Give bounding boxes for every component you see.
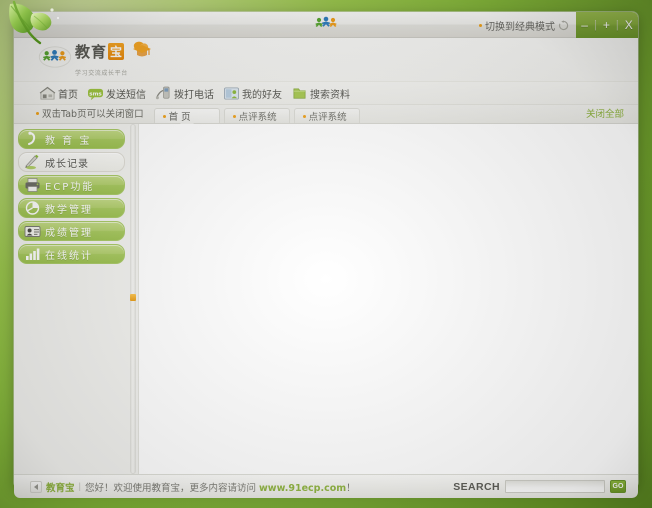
printer-icon	[23, 177, 42, 193]
toolbar-item-search-info-label: 搜索资料	[310, 89, 350, 101]
content-pane	[138, 124, 638, 474]
id-card-icon	[23, 223, 42, 239]
sidebar-splitter[interactable]	[128, 124, 138, 474]
friends-icon	[223, 86, 240, 101]
status-message: 您好！欢迎使用教育宝，更多内容请访问 www.91ecp.com！	[85, 480, 356, 494]
titlebar-controls: 切换到经典模式 – | + | X	[479, 12, 638, 38]
close-button[interactable]: X	[621, 18, 637, 32]
tab-home[interactable]: 首 页	[153, 108, 220, 123]
bullet-dot-icon	[162, 114, 166, 118]
toolbar-item-make-call[interactable]: 拨打电话	[154, 85, 217, 102]
sms-icon: sms	[87, 86, 104, 101]
toolbar-item-my-friends[interactable]: 我的好友	[222, 85, 285, 102]
search-go-button[interactable]: GO	[610, 480, 626, 493]
switch-classic-mode-label: 切换到经典模式	[485, 21, 555, 33]
toolbar-item-send-sms-label: 发送短信	[106, 89, 146, 101]
bullet-dot-icon	[302, 114, 306, 118]
sidebar-item-score-management[interactable]: 成绩管理	[18, 221, 125, 241]
svg-text:sms: sms	[89, 91, 102, 97]
sidebar-item-growth-record[interactable]: 成长记录	[18, 152, 125, 172]
people-logo-icon	[38, 45, 72, 69]
people-logo-icon	[311, 15, 341, 35]
application-window: 切换到经典模式 – | + | X 教育 宝 学习交流成长平台 首页 sms 发…	[9, 0, 638, 498]
search-folder-icon	[291, 86, 308, 101]
tab-review-system-1[interactable]: 点评系统	[223, 108, 290, 123]
tab-home-label: 首 页	[168, 112, 191, 123]
refresh-icon[interactable]	[558, 19, 569, 31]
sidebar-item-jiaoyubao[interactable]: 教 育 宝	[18, 129, 125, 149]
sidebar-item-online-statistics-label: 在线统计	[45, 250, 93, 262]
app-logo: 教育 宝 学习交流成长平台	[38, 41, 151, 80]
graduation-cap-icon	[131, 40, 153, 60]
pencil-icon	[23, 154, 42, 170]
status-message-suffix: ！	[346, 482, 356, 494]
main-toolbar: 首页 sms 发送短信 拨打电话 我的好友 搜索资料	[14, 82, 638, 105]
main-body: 教 育 宝 成长记录 ECP功能 教学管理 成绩管理 在线统计	[14, 124, 638, 474]
window-buttons: – | + | X	[576, 12, 638, 38]
bullet-dot-icon	[232, 114, 236, 118]
tab-review-system-1-label: 点评系统	[238, 112, 277, 123]
tab-hint: 双击Tab页可以关闭窗口	[36, 106, 144, 120]
brand-text: 教育 宝 学习交流成长平台	[75, 41, 151, 80]
minimize-button[interactable]: –	[577, 18, 592, 32]
sidebar-item-score-management-label: 成绩管理	[45, 227, 93, 239]
sidebar-item-ecp[interactable]: ECP功能	[18, 175, 125, 195]
switch-classic-mode-button[interactable]: 切换到经典模式	[479, 18, 569, 33]
hook-icon	[23, 131, 42, 147]
title-bar: 切换到经典模式 – | + | X	[14, 12, 638, 38]
sidebar-item-growth-record-label: 成长记录	[45, 158, 89, 170]
phone-icon	[155, 86, 172, 101]
toolbar-item-search-info[interactable]: 搜索资料	[290, 85, 353, 102]
status-message-prefix: 您好！欢迎使用教育宝，更多内容请访问	[84, 482, 256, 494]
sidebar-nav: 教 育 宝 成长记录 ECP功能 教学管理 成绩管理 在线统计	[14, 124, 128, 474]
brand-header: 教育 宝 学习交流成长平台	[14, 38, 638, 82]
sidebar-item-teaching-management-label: 教学管理	[45, 204, 93, 216]
home-icon	[39, 86, 56, 101]
search-label: SEARCH	[453, 480, 500, 493]
brand-subtitle: 学习交流成长平台	[75, 70, 128, 77]
tab-review-system-2-label: 点评系统	[308, 112, 347, 123]
collapse-handle-icon[interactable]	[130, 294, 136, 301]
brand-title: 教育 宝	[75, 41, 128, 62]
button-divider: |	[615, 18, 619, 31]
sidebar-item-online-statistics[interactable]: 在线统计	[18, 244, 125, 264]
status-brand-label: 教育宝	[46, 482, 75, 494]
tab-strip: 双击Tab页可以关闭窗口 首 页 点评系统 点评系统 关闭全部	[14, 105, 638, 124]
toolbar-item-home-label: 首页	[58, 89, 78, 101]
toolbar-item-make-call-label: 拨打电话	[174, 89, 214, 101]
sidebar-item-jiaoyubao-label: 教 育 宝	[45, 135, 92, 147]
sidebar-item-ecp-label: ECP功能	[45, 181, 95, 193]
tab-hint-label: 双击Tab页可以关闭窗口	[42, 109, 144, 120]
toolbar-item-my-friends-label: 我的好友	[242, 89, 282, 101]
status-url-link[interactable]: www.91ecp.com	[259, 483, 346, 494]
bullet-dot-icon	[479, 23, 482, 27]
brand-name: 教育	[75, 43, 108, 61]
desktop-background: 切换到经典模式 – | + | X 教育 宝 学习交流成长平台 首页 sms 发…	[0, 0, 652, 508]
expand-arrow-icon[interactable]	[30, 480, 42, 493]
button-divider: |	[593, 18, 597, 31]
toolbar-item-send-sms[interactable]: sms 发送短信	[86, 85, 149, 102]
toolbar-item-home[interactable]: 首页	[38, 85, 81, 102]
status-search-area: SEARCH GO	[453, 480, 626, 493]
tab-review-system-2[interactable]: 点评系统	[293, 108, 360, 123]
pie-chart-icon	[23, 200, 42, 216]
close-all-tabs-button[interactable]: 关闭全部	[586, 106, 624, 120]
status-bar: 教育宝 | 您好！欢迎使用教育宝，更多内容请访问 www.91ecp.com！ …	[14, 474, 638, 498]
brand-badge: 宝	[108, 43, 125, 60]
search-input[interactable]	[505, 480, 605, 493]
bar-chart-icon	[23, 246, 42, 262]
bullet-dot-icon	[36, 111, 39, 115]
sidebar-item-teaching-management[interactable]: 教学管理	[18, 198, 125, 218]
status-separator: |	[78, 481, 81, 492]
status-message-area: 教育宝 | 您好！欢迎使用教育宝，更多内容请访问 www.91ecp.com！	[30, 480, 453, 494]
maximize-button[interactable]: +	[599, 18, 614, 32]
